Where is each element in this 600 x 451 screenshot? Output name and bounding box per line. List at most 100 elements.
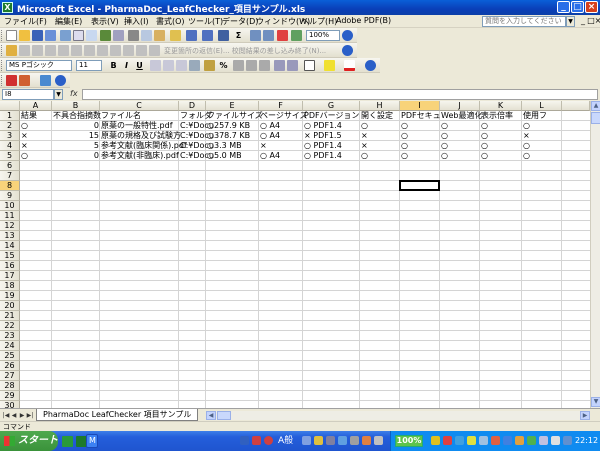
align-center-icon[interactable] bbox=[163, 60, 174, 71]
redo-icon[interactable] bbox=[202, 30, 213, 41]
align-right-icon[interactable] bbox=[176, 60, 187, 71]
table-cell[interactable]: ○ bbox=[440, 151, 480, 161]
tray-icon[interactable] bbox=[563, 436, 572, 445]
active-cell[interactable] bbox=[399, 180, 440, 191]
percent-button[interactable]: % bbox=[218, 60, 229, 71]
zoom-badge[interactable]: 100% bbox=[395, 435, 423, 447]
column-header-h[interactable]: H bbox=[360, 101, 400, 111]
menu-data[interactable]: データ(D) bbox=[222, 16, 258, 27]
table-cell[interactable]: × bbox=[20, 131, 52, 141]
font-name-select[interactable]: MS Pゴシック bbox=[6, 60, 72, 71]
toolbar-options-icon[interactable] bbox=[342, 45, 353, 56]
email-icon[interactable] bbox=[60, 30, 71, 41]
tray-icon[interactable] bbox=[240, 436, 249, 445]
decrease-decimal-icon[interactable] bbox=[259, 60, 270, 71]
column-title-cell[interactable]: 表示倍率 bbox=[480, 111, 522, 121]
row-header[interactable]: 19 bbox=[0, 291, 20, 301]
table-cell[interactable]: ○ bbox=[522, 151, 562, 161]
chevron-down-icon[interactable]: ▼ bbox=[566, 16, 575, 27]
table-cell[interactable]: ○ bbox=[400, 141, 440, 151]
tray-icon[interactable] bbox=[362, 436, 371, 445]
table-cell[interactable]: 15 bbox=[52, 131, 100, 141]
scroll-up-icon[interactable]: ▲ bbox=[591, 101, 600, 111]
pdf-convert-icon[interactable] bbox=[6, 75, 17, 86]
task-button[interactable]: M bbox=[86, 434, 98, 448]
review-icon[interactable] bbox=[6, 45, 17, 56]
menu-format[interactable]: 書式(O) bbox=[156, 16, 185, 27]
table-cell[interactable]: ○ PDF1.4 bbox=[303, 141, 360, 151]
tray-icon[interactable] bbox=[350, 436, 359, 445]
drawing-icon[interactable] bbox=[291, 30, 302, 41]
table-cell[interactable]: ○ bbox=[400, 121, 440, 131]
increase-indent-icon[interactable] bbox=[287, 60, 298, 71]
excel-app-icon[interactable]: X bbox=[2, 2, 13, 13]
table-cell[interactable]: × bbox=[360, 131, 400, 141]
table-cell[interactable]: 参考文献(非臨床).pdf bbox=[100, 151, 179, 161]
table-cell[interactable]: × bbox=[522, 131, 562, 141]
row-header[interactable]: 26 bbox=[0, 361, 20, 371]
table-cell[interactable]: ○ A4 bbox=[259, 121, 303, 131]
tray-icon[interactable] bbox=[479, 436, 488, 445]
table-cell[interactable]: 参考文献(臨床関係).pdf bbox=[100, 141, 187, 151]
table-cell[interactable]: 0 bbox=[52, 151, 100, 161]
font-size-select[interactable]: 11 bbox=[76, 60, 102, 71]
permission-icon[interactable] bbox=[45, 30, 56, 41]
table-cell[interactable]: ○378.7 KB bbox=[206, 131, 259, 141]
column-title-cell[interactable]: PDFバージョン bbox=[303, 111, 360, 121]
column-title-cell[interactable]: フォルダ bbox=[179, 111, 212, 121]
help-icon[interactable] bbox=[342, 30, 353, 41]
menu-file[interactable]: ファイル(F) bbox=[4, 16, 47, 27]
row-header[interactable]: 30 bbox=[0, 401, 20, 408]
row-header[interactable]: 18 bbox=[0, 281, 20, 291]
formula-input[interactable] bbox=[82, 89, 598, 100]
column-header-l[interactable]: L bbox=[522, 101, 562, 111]
row-header[interactable]: 1 bbox=[0, 111, 20, 121]
print-preview-icon[interactable] bbox=[86, 30, 97, 41]
underline-button[interactable]: U bbox=[134, 60, 145, 71]
fill-color-icon[interactable] bbox=[324, 60, 335, 71]
tray-icon[interactable] bbox=[455, 436, 464, 445]
row-header[interactable]: 11 bbox=[0, 211, 20, 221]
toolbar-grip[interactable] bbox=[1, 60, 4, 71]
toolbar-grip[interactable] bbox=[1, 45, 4, 56]
column-header-partial[interactable] bbox=[562, 101, 590, 111]
row-header[interactable]: 13 bbox=[0, 231, 20, 241]
column-header-i[interactable]: I bbox=[400, 101, 440, 111]
toolbar-grip[interactable] bbox=[1, 30, 4, 41]
table-cell[interactable]: ○ bbox=[522, 121, 562, 131]
row-header[interactable]: 5 bbox=[0, 151, 20, 161]
toolbar-options-icon[interactable] bbox=[365, 60, 376, 71]
font-color-icon[interactable] bbox=[344, 60, 355, 71]
scroll-down-icon[interactable]: ▼ bbox=[591, 397, 600, 407]
row-header[interactable]: 12 bbox=[0, 221, 20, 231]
pdf-review-icon[interactable] bbox=[40, 75, 51, 86]
next-sheet-icon[interactable]: ▶ bbox=[18, 411, 26, 420]
table-cell[interactable]: ○ A4 bbox=[259, 131, 303, 141]
scroll-thumb[interactable] bbox=[217, 411, 231, 420]
column-title-cell[interactable]: PDFセキュ bbox=[400, 111, 441, 121]
toolbar-options-icon[interactable] bbox=[55, 75, 66, 86]
row-header[interactable]: 17 bbox=[0, 271, 20, 281]
chevron-down-icon[interactable]: ▼ bbox=[54, 89, 63, 100]
tray-icon[interactable] bbox=[443, 436, 452, 445]
row-header[interactable]: 24 bbox=[0, 341, 20, 351]
column-title-cell[interactable]: 使用フ bbox=[522, 111, 562, 121]
row-header[interactable]: 20 bbox=[0, 301, 20, 311]
tray-icon[interactable] bbox=[539, 436, 548, 445]
column-header-f[interactable]: F bbox=[259, 101, 303, 111]
menu-tools[interactable]: ツール(T) bbox=[188, 16, 223, 27]
vertical-scrollbar[interactable]: ▲ ▼ bbox=[590, 101, 600, 408]
table-cell[interactable]: ○ PDF1.4 bbox=[303, 151, 360, 161]
row-header[interactable]: 8 bbox=[0, 181, 20, 191]
fx-icon[interactable]: fx bbox=[70, 89, 78, 98]
tray-icon[interactable] bbox=[326, 436, 335, 445]
print-icon[interactable] bbox=[73, 30, 84, 41]
name-box[interactable]: I8 bbox=[2, 89, 54, 100]
column-header-c[interactable]: C bbox=[100, 101, 179, 111]
table-cell[interactable]: C:¥Docu bbox=[179, 131, 214, 141]
tray-icon[interactable] bbox=[431, 436, 440, 445]
row-header[interactable]: 27 bbox=[0, 371, 20, 381]
column-header-b[interactable]: B bbox=[52, 101, 100, 111]
borders-icon[interactable] bbox=[304, 60, 315, 71]
table-cell[interactable]: ○ PDF1.4 bbox=[303, 121, 360, 131]
